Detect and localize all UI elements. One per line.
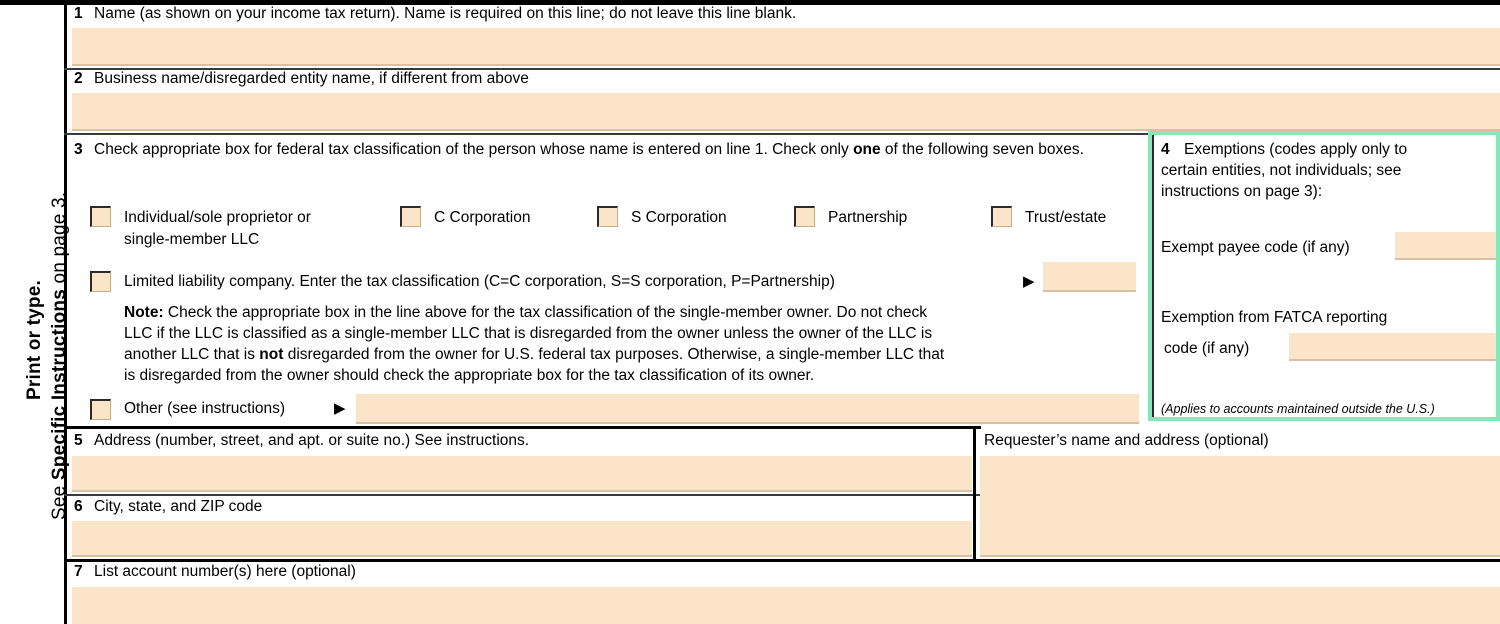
line3-note-line2: LLC if the LLC is classified as a single… [124,325,933,342]
line6-city-state-zip-input[interactable] [72,521,972,557]
fatca-label-line2: code (if any) [1164,340,1250,357]
line3-note-line3: another LLC that is not disregarded from… [124,345,944,364]
side-caption: Print or type. See Specific Instructions… [0,0,70,624]
line3-instruction-part1: Check appropriate box for federal tax cl… [94,141,854,158]
line3-note-line4: is disregarded from the owner should che… [124,367,815,384]
line4-footnote: (Applies to accounts maintained outside … [1161,402,1435,416]
line1-name-input[interactable] [72,28,1500,66]
side-caption-prefix: See [49,480,70,520]
llc-classification-input[interactable] [1043,262,1136,292]
w9-form-page: Print or type. See Specific Instructions… [0,0,1500,624]
checkbox-label-trust-estate: Trust/estate [1025,209,1107,226]
line3-note-line3-bold: not [259,346,284,363]
line3-bottom-rule [64,426,981,429]
other-classification-input[interactable] [356,394,1139,424]
checkbox-s-corporation[interactable] [597,206,618,227]
line2-label: Business name/disregarded entity name, i… [94,70,529,87]
checkbox-other[interactable] [90,399,111,420]
line4-heading-line2: certain entities, not individuals; see [1161,162,1402,179]
line6-number: 6 [74,498,83,515]
checkbox-limited-liability-company[interactable] [90,271,111,292]
other-label: Other (see instructions) [124,400,286,417]
line5-label: Address (number, street, and apt. or sui… [94,432,530,449]
line2-business-name-input[interactable] [72,93,1500,131]
exempt-payee-code-input[interactable] [1395,232,1496,260]
line3-note-line3a: another LLC that is [124,346,260,363]
line5-number: 5 [74,432,83,449]
line3-instruction: Check appropriate box for federal tax cl… [94,140,1139,159]
fatca-label-line1: Exemption from FATCA reporting [1161,309,1388,326]
line5-address-input[interactable] [72,456,972,492]
checkbox-c-corporation[interactable] [400,206,421,227]
line4-left-rule [1152,135,1154,417]
exempt-payee-code-label: Exempt payee code (if any) [1161,239,1350,256]
checkbox-individual-sole-proprietor[interactable] [90,206,111,227]
line4-heading-line3: instructions on page 3): [1161,183,1323,200]
line4-heading-line1: Exemptions (codes apply only to [1184,141,1408,158]
line2-number: 2 [74,70,83,87]
line6-label: City, state, and ZIP code [94,498,263,515]
line3-instruction-bold: one [853,141,881,158]
line7-label: List account number(s) here (optional) [94,563,356,580]
llc-label: Limited liability company. Enter the tax… [124,273,835,290]
line7-account-numbers-input[interactable] [72,587,1500,624]
line3-note-line1-text: Check the appropriate box in the line ab… [163,304,927,321]
line1-number: 1 [74,5,83,22]
checkbox-label-s-corporation: S Corporation [631,209,727,226]
line5-bottom-rule [64,494,980,496]
side-caption-specific-instructions: See Specific Instructions on page 3. [49,192,71,520]
checkbox-partnership[interactable] [794,206,815,227]
line3-note-line3b: disregarded from the owner for U.S. fede… [283,346,945,363]
line3-note-line1: Note: Check the appropriate box in the l… [124,303,927,322]
checkbox-label-individual-sole-proprietor-line2: single-member LLC [124,231,260,248]
requester-label: Requester’s name and address (optional) [984,432,1269,449]
line3-note-bold-lead: Note: [124,304,164,321]
requester-column-divider [973,429,976,560]
line3-number: 3 [74,141,83,158]
line4-number: 4 [1161,141,1170,158]
side-caption-suffix: on page 3. [49,191,70,290]
line1-label: Name (as shown on your income tax return… [94,5,797,22]
requester-address-input[interactable] [980,456,1500,557]
fatca-code-input[interactable] [1289,333,1496,361]
side-caption-print-or-type: Print or type. [24,280,45,400]
other-arrow-icon: ▶ [334,400,346,417]
checkbox-label-c-corporation: C Corporation [434,209,531,226]
line7-number: 7 [74,563,83,580]
checkbox-label-individual-sole-proprietor: Individual/sole proprietor or [124,209,311,226]
checkbox-label-partnership: Partnership [828,209,908,226]
line3-instruction-part2: of the following seven boxes. [880,141,1084,158]
llc-arrow-icon: ▶ [1023,273,1035,290]
checkbox-trust-estate[interactable] [991,206,1012,227]
side-caption-bold: Specific Instructions [49,289,70,481]
